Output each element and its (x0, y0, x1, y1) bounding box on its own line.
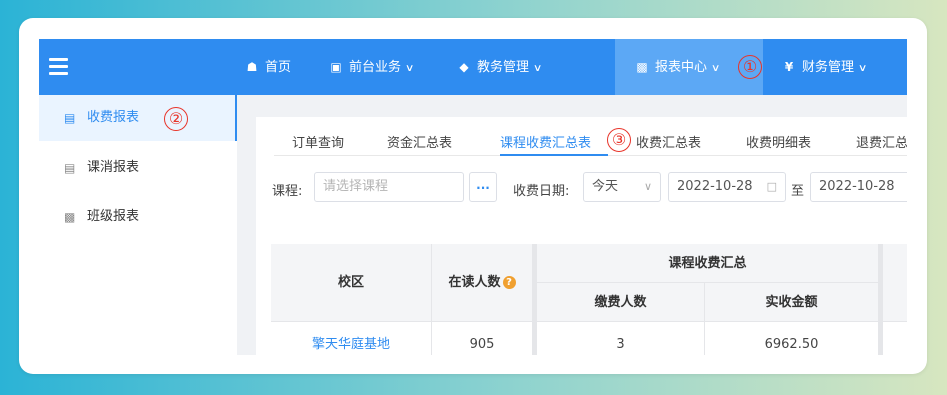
tab-order-query[interactable]: 订单查询 (292, 132, 344, 151)
nav-item-academic[interactable]: ◆ 教务管理 ∨ (457, 39, 543, 95)
th-next-column (883, 244, 907, 322)
tab-fee-detail[interactable]: 收费明细表 (746, 132, 811, 151)
chevron-down-icon: ∨ (532, 63, 543, 74)
tab-course-fee-summary[interactable]: 课程收费汇总表 (500, 132, 591, 151)
cell-payers: 3 (537, 322, 705, 355)
nav-item-finance[interactable]: ¥ 财务管理 ∨ (782, 39, 868, 95)
chevron-down-icon: ∨ (710, 63, 721, 74)
tab-refund-summary[interactable]: 退费汇总 (856, 132, 907, 151)
sidebar-item-fee-report[interactable]: ▤ 收费报表 (39, 95, 237, 141)
receipt-icon: ▤ (64, 111, 76, 125)
nav-item-front-desk[interactable]: ▣ 前台业务 ∨ (329, 39, 415, 95)
date-range-select[interactable]: 今天 ∨ (583, 172, 661, 202)
course-fee-table: 校区 在读人数? 课程收费汇总 缴费人数 实收金额 擎天华庭基地 905 3 6… (271, 244, 907, 355)
hamburger-icon[interactable] (49, 58, 68, 75)
cell-amount: 6962.50 (705, 322, 879, 355)
tab-fee-summary[interactable]: 收费汇总表 (636, 132, 701, 151)
fee-date-label: 收费日期: (513, 184, 570, 199)
sidebar: ▤ 收费报表 ② ▤ 课消报表 ▩ 班级报表 (39, 95, 237, 355)
chevron-down-icon: ∨ (857, 63, 868, 74)
chevron-down-icon: ∨ (643, 180, 652, 193)
sidebar-item-consumption-report[interactable]: ▤ 课消报表 (39, 145, 237, 191)
help-icon[interactable]: ? (502, 276, 516, 289)
th-campus: 校区 (271, 244, 432, 322)
start-date-input[interactable]: 2022-10-28 □ (668, 172, 786, 202)
annotation-marker-2: ② (164, 107, 188, 131)
cell-enrolled: 905 (432, 322, 533, 355)
calendar-icon: □ (766, 180, 777, 193)
sidebar-item-class-report[interactable]: ▩ 班级报表 (39, 194, 237, 240)
annotation-marker-3: ③ (607, 128, 631, 152)
bar-chart-icon: ▩ (64, 210, 76, 224)
yen-icon: ¥ (784, 60, 794, 74)
top-nav: ☗ 首页 ▣ 前台业务 ∨ ◆ 教务管理 ∨ ▩ 报表中心 ∨ ¥ 财务管理 ∨ ① (39, 39, 907, 95)
document-icon: ▤ (64, 161, 76, 175)
home-icon: ☗ (246, 60, 258, 74)
report-panel: 订单查询 资金汇总表 课程收费汇总表 收费汇总表 收费明细表 退费汇总 ③ 课程… (256, 117, 907, 355)
course-picker-button[interactable]: ... (469, 172, 497, 202)
cell-campus[interactable]: 擎天华庭基地 (271, 322, 432, 355)
screenshot-card: ☗ 首页 ▣ 前台业务 ∨ ◆ 教务管理 ∨ ▩ 报表中心 ∨ ¥ 财务管理 ∨ ① ▤ 收费报表… (19, 18, 927, 374)
to-label: 至 (791, 184, 805, 199)
course-label: 课程: (272, 184, 303, 199)
graduation-cap-icon: ◆ (459, 60, 469, 74)
end-date-input[interactable]: 2022-10-28 (810, 172, 907, 202)
chevron-down-icon: ∨ (404, 63, 415, 74)
annotation-marker-1: ① (738, 55, 762, 79)
th-enrolled: 在读人数? (432, 244, 533, 322)
th-course-fee-group: 课程收费汇总 (537, 244, 879, 283)
active-tab-indicator (500, 154, 608, 156)
app-window: ☗ 首页 ▣ 前台业务 ∨ ◆ 教务管理 ∨ ▩ 报表中心 ∨ ¥ 财务管理 ∨ ① ▤ 收费报表… (39, 39, 907, 355)
tab-fund-summary[interactable]: 资金汇总表 (387, 132, 452, 151)
cell-next-column (883, 322, 907, 355)
course-input[interactable]: 请选择课程 (314, 172, 464, 202)
th-amount: 实收金额 (705, 283, 879, 322)
nav-item-home[interactable]: ☗ 首页 (245, 39, 291, 95)
monitor-icon: ▣ (330, 60, 342, 74)
bar-chart-icon: ▩ (636, 60, 648, 74)
th-payers: 缴费人数 (537, 283, 705, 322)
